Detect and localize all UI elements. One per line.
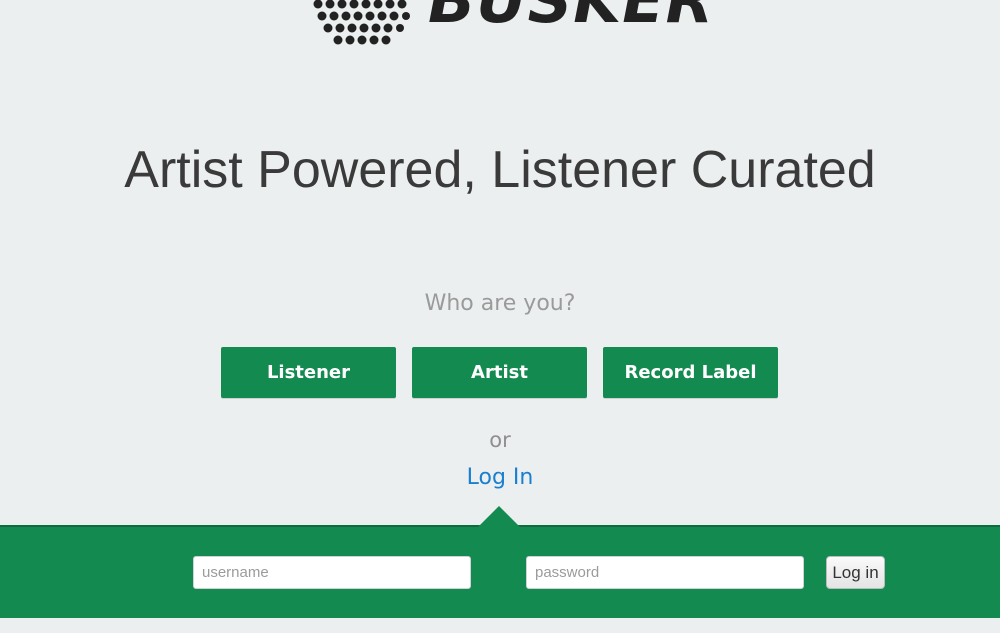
logo: BUSKER	[0, 0, 1000, 60]
or-separator: or	[489, 428, 511, 452]
listener-button[interactable]: Listener	[221, 347, 396, 398]
busker-logo-icon	[313, 0, 410, 45]
page-footer-strip	[0, 618, 1000, 633]
password-input[interactable]	[526, 556, 804, 589]
page-tagline: Artist Powered, Listener Curated	[124, 141, 876, 199]
login-link[interactable]: Log In	[0, 463, 1000, 493]
username-input[interactable]	[193, 556, 471, 589]
role-prompt: Who are you?	[424, 291, 576, 316]
logo-wordmark: BUSKER	[428, 0, 715, 37]
login-bar-pointer	[478, 506, 520, 527]
artist-button[interactable]: Artist	[412, 347, 587, 398]
record-label-button[interactable]: Record Label	[603, 347, 778, 398]
login-submit-button[interactable]: Log in	[826, 556, 885, 589]
